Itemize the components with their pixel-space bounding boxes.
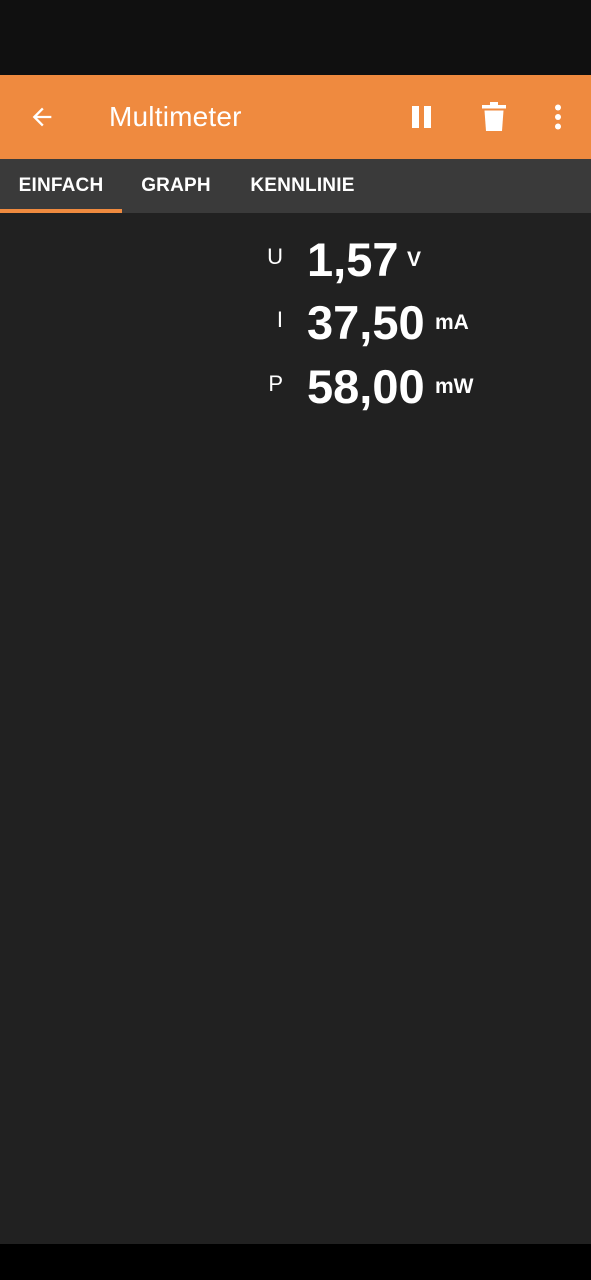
pause-icon: [412, 106, 431, 128]
pause-button[interactable]: [402, 97, 442, 137]
reading-voltage: U 1,57 V: [0, 228, 591, 292]
more-options-button[interactable]: [538, 97, 578, 137]
screen: Multimeter EINFACH GRAPH KENNLINIE U 1,5…: [0, 0, 591, 1280]
power-value: 58,00: [307, 360, 425, 413]
arrow-back-icon: [32, 107, 52, 127]
power-symbol: P: [268, 371, 283, 396]
voltage-unit: V: [407, 248, 422, 271]
tab-graph[interactable]: GRAPH: [122, 159, 230, 213]
reading-current: I 37,50 mA: [0, 291, 591, 355]
reading-power: P 58,00 mW: [0, 355, 591, 419]
voltage-value: 1,57: [307, 233, 399, 286]
power-unit: mW: [435, 375, 474, 398]
navigation-bar: [0, 1244, 591, 1280]
tab-einfach[interactable]: EINFACH: [0, 159, 122, 213]
back-button[interactable]: [22, 99, 62, 135]
tab-kennlinie[interactable]: KENNLINIE: [230, 159, 375, 213]
readings-panel: U 1,57 V I 37,50 mA P 58,00 mW: [0, 213, 591, 1244]
app-title: Multimeter: [109, 101, 242, 132]
app-bar: Multimeter: [0, 75, 591, 159]
more-vert-icon: [555, 104, 561, 130]
trash-icon: [482, 102, 506, 131]
tab-bar: EINFACH GRAPH KENNLINIE: [0, 159, 591, 213]
current-value: 37,50: [307, 296, 425, 349]
delete-button[interactable]: [474, 97, 514, 137]
status-bar: [0, 0, 591, 75]
current-unit: mA: [435, 311, 469, 334]
current-symbol: I: [276, 307, 283, 332]
voltage-symbol: U: [267, 244, 283, 269]
